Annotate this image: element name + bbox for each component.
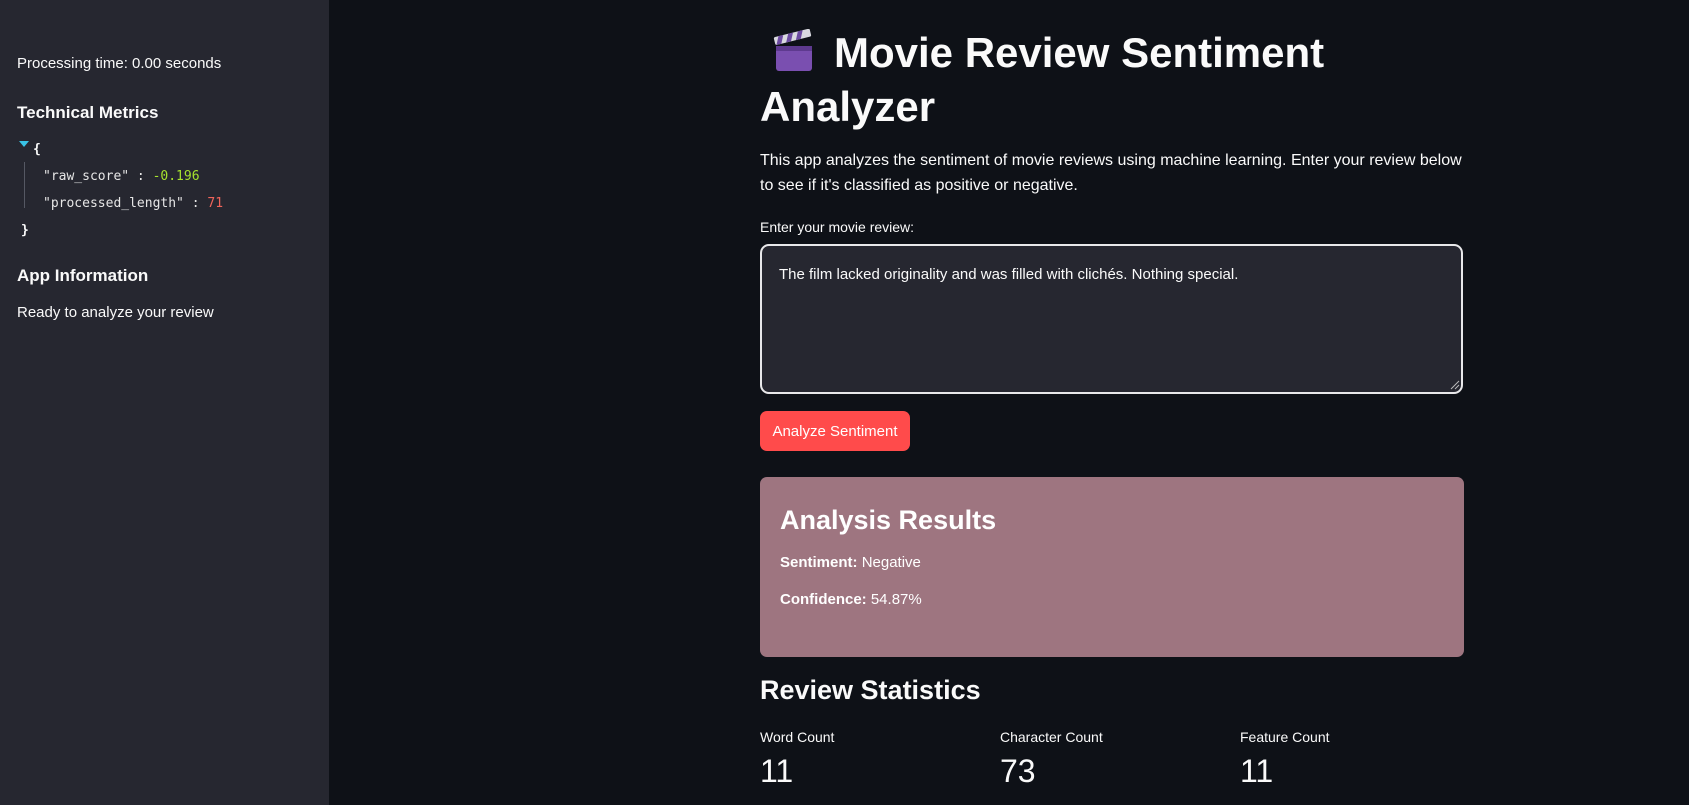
app-information-heading: App Information xyxy=(17,266,149,285)
analysis-results-heading: Analysis Results xyxy=(780,505,997,535)
json-value-raw-score: -0.196 xyxy=(152,169,200,184)
metric-value: 11 xyxy=(760,753,794,789)
sentiment-row: Sentiment: Negative xyxy=(780,554,1444,571)
json-colon: : xyxy=(136,169,145,184)
json-colon: : xyxy=(191,196,200,211)
collapse-toggle-icon[interactable] xyxy=(19,141,29,147)
sentiment-label: Sentiment: xyxy=(780,554,858,571)
json-open-brace: { xyxy=(33,142,41,157)
title-line-2: Analyzer xyxy=(760,83,936,130)
confidence-value: 54.87% xyxy=(870,591,922,608)
page-title: Movie Review Sentiment Analyzer xyxy=(760,26,1464,134)
resize-handle-icon[interactable] xyxy=(1450,380,1460,390)
processing-time: Processing time: 0.00 seconds xyxy=(17,55,222,72)
json-viewer: { "raw_score" : -0.196 "processed_length… xyxy=(17,140,312,248)
metric-label: Character Count xyxy=(1000,729,1103,745)
clapper-board-icon xyxy=(772,28,816,73)
json-key-processed-length: "processed_length" xyxy=(43,196,184,211)
sidebar: Processing time: 0.00 seconds Technical … xyxy=(0,0,329,805)
analyze-sentiment-button[interactable]: Analyze Sentiment xyxy=(760,411,910,451)
metric-value: 73 xyxy=(1000,753,1036,789)
json-key-raw-score: "raw_score" xyxy=(43,169,130,184)
metric-label: Feature Count xyxy=(1240,729,1330,745)
app-information-text: Ready to analyze your review xyxy=(17,304,214,321)
review-input-label: Enter your movie review: xyxy=(760,219,915,235)
title-line-1: Movie Review Sentiment xyxy=(834,29,1325,76)
sentiment-value: Negative xyxy=(861,554,921,571)
metric-feature-count: Feature Count 11 xyxy=(1240,729,1440,790)
json-close-brace: } xyxy=(21,223,29,238)
review-textarea[interactable]: The film lacked originality and was fill… xyxy=(760,244,1463,394)
confidence-row: Confidence: 54.87% xyxy=(780,591,1444,608)
review-statistics-heading: Review Statistics xyxy=(760,675,981,705)
metric-value: 11 xyxy=(1240,753,1274,789)
metric-label: Word Count xyxy=(760,729,835,745)
confidence-label: Confidence: xyxy=(780,591,867,608)
json-value-processed-length: 71 xyxy=(207,196,224,211)
technical-metrics-heading: Technical Metrics xyxy=(17,103,159,122)
metric-word-count: Word Count 11 xyxy=(760,729,960,790)
analysis-results-panel: Analysis Results Sentiment: Negative Con… xyxy=(760,477,1464,657)
metric-character-count: Character Count 73 xyxy=(1000,729,1200,790)
json-entry-raw-score: "raw_score" : -0.196 xyxy=(43,167,200,187)
json-entry-processed-length: "processed_length" : 71 xyxy=(43,194,223,214)
app-description: This app analyzes the sentiment of movie… xyxy=(760,152,1462,194)
